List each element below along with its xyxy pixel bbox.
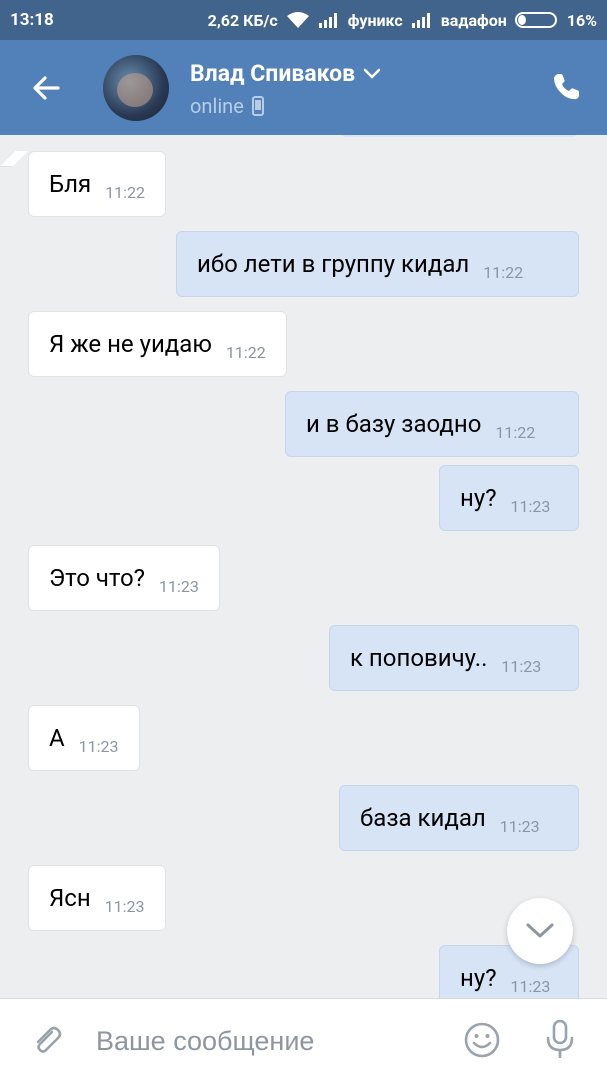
message-bubble[interactable]: к поповичу.. 11:23 (329, 625, 579, 691)
message-text: Это что? (49, 564, 146, 592)
message-bubble[interactable]: Ясн 11:23 (28, 865, 166, 931)
message-text: А (49, 724, 65, 752)
carrier-2: вадафон (440, 10, 507, 30)
message-text: Бля (49, 170, 92, 198)
mobile-device-icon (251, 96, 264, 116)
message-text: Ясн (49, 884, 91, 912)
message-time: 11:23 (159, 576, 199, 596)
message-time: 11:23 (510, 496, 551, 516)
paperclip-icon (36, 1026, 62, 1053)
message-time: 11:22 (105, 182, 146, 202)
contact-status: online (190, 94, 264, 118)
carrier-1: фуникс (347, 10, 403, 30)
message-time: 11:22 (483, 262, 524, 282)
avatar[interactable] (103, 55, 169, 121)
message-list[interactable]: Бля 11:22 ибо лети в группу кидал 11:22 … (0, 135, 607, 998)
message-time: 11:23 (499, 816, 540, 836)
status-time: 13:18 (10, 10, 54, 30)
battery-percent: 16% (566, 10, 597, 30)
message-bubble[interactable]: и в базу заодно 11:22 (285, 391, 579, 457)
call-button[interactable] (551, 72, 581, 102)
phone-icon (554, 74, 579, 100)
message-time: 11:23 (78, 736, 119, 756)
back-button[interactable] (30, 72, 62, 104)
bubble-tail (0, 151, 28, 167)
signal-icon (411, 12, 433, 28)
message-bubble[interactable]: А 11:23 (28, 705, 140, 771)
voice-message-button[interactable] (545, 1019, 575, 1061)
network-speed: 2,62 КБ/с (207, 10, 278, 30)
message-time: 11:23 (510, 976, 551, 996)
chat-header: Влад Спиваков online (0, 40, 607, 135)
message-text: ну? (460, 484, 497, 512)
attach-button[interactable] (30, 1023, 64, 1057)
message-text: к поповичу.. (350, 644, 488, 672)
message-time: 11:22 (225, 342, 266, 362)
message-text: ну? (460, 964, 497, 992)
battery-icon (514, 11, 559, 29)
message-text: база кидал (360, 804, 486, 832)
message-text: ибо лети в группу кидал (197, 250, 470, 278)
message-bubble[interactable]: база кидал 11:23 (339, 785, 579, 851)
microphone-icon (546, 1019, 574, 1058)
message-composer (0, 998, 607, 1080)
message-time: 11:23 (501, 656, 542, 676)
message-bubble[interactable]: Бля 11:22 (28, 151, 167, 217)
message-time: 11:23 (104, 896, 145, 916)
contact-name: Влад Спиваков (190, 60, 356, 87)
online-status: online (190, 94, 244, 118)
status-bar: 13:18 2,62 КБ/с фуникс вадафон 16% (0, 0, 607, 40)
contact-name-button[interactable]: Влад Спиваков (190, 60, 381, 87)
wifi-icon (286, 11, 310, 29)
scroll-to-bottom-button[interactable] (507, 898, 573, 964)
message-bubble[interactable]: ну? 11:23 (439, 465, 579, 531)
message-bubble[interactable]: Я же не уидаю 11:22 (28, 311, 287, 377)
message-text: и в базу заодно (306, 410, 482, 438)
emoji-button[interactable] (463, 1021, 501, 1059)
message-bubble[interactable]: Это что? 11:23 (28, 545, 220, 611)
smiley-icon (464, 1022, 500, 1058)
message-time: 11:22 (495, 422, 536, 442)
message-bubble[interactable]: ибо лети в группу кидал 11:22 (176, 231, 579, 297)
signal-icon (318, 12, 340, 28)
chevron-down-icon (363, 68, 381, 79)
partial-message (340, 135, 578, 137)
message-text: Я же не уидаю (49, 330, 212, 358)
message-input[interactable] (96, 1021, 436, 1061)
chevron-down-icon (526, 923, 554, 938)
arrow-left-icon (33, 76, 60, 100)
